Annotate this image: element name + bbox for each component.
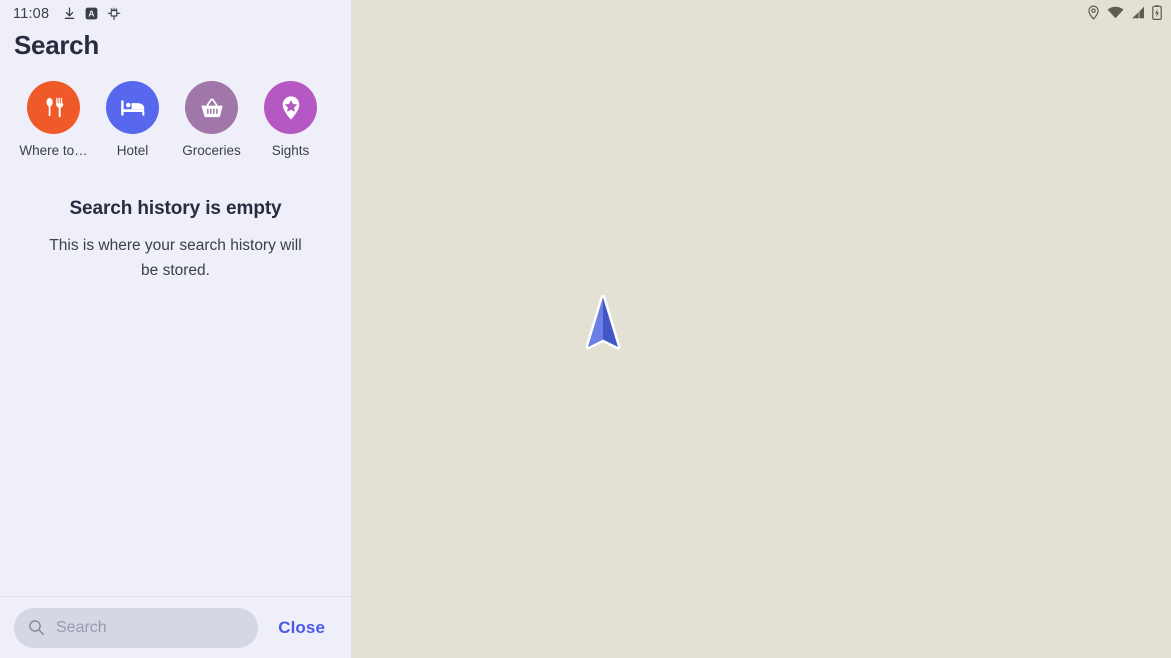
location-pin-icon [1087, 5, 1100, 20]
category-where-to[interactable]: Where to… [14, 81, 93, 158]
category-icon-circle [264, 81, 317, 134]
map-status-icons [1087, 5, 1162, 20]
close-button[interactable]: Close [266, 612, 337, 644]
star-pin-icon [276, 93, 306, 123]
category-label: Where to… [19, 143, 88, 158]
restaurant-icon [39, 93, 69, 123]
download-icon [63, 7, 76, 21]
wifi-icon [1107, 6, 1124, 19]
search-input[interactable] [56, 618, 245, 637]
status-bar: 11:08 A [0, 0, 351, 27]
search-bar: Close [0, 596, 351, 658]
bug-icon [107, 7, 121, 21]
shopping-basket-icon [197, 93, 227, 123]
empty-state-subtitle: This is where your search history will b… [49, 237, 302, 279]
category-shortcuts: Where to… Hotel Groceries Sights [0, 81, 351, 158]
category-label: Sights [271, 143, 310, 158]
app-root: 11:08 A Search Where to… Hotel Groceries… [0, 0, 1171, 658]
category-icon-circle [106, 81, 159, 134]
category-sights[interactable]: Sights [251, 81, 330, 158]
category-groceries[interactable]: Groceries [172, 81, 251, 158]
search-field[interactable] [14, 607, 259, 648]
category-icon-circle [27, 81, 80, 134]
category-icon-circle [185, 81, 238, 134]
page-title: Search [14, 30, 99, 60]
cellular-signal-icon [1131, 6, 1145, 19]
category-label: Groceries [182, 143, 241, 158]
category-hotel[interactable]: Hotel [93, 81, 172, 158]
battery-charging-icon [1152, 5, 1162, 20]
empty-state-title: Search history is empty [69, 198, 282, 219]
category-label: Hotel [116, 143, 149, 158]
map-view[interactable] [351, 0, 1171, 658]
status-bar-icons: A [63, 7, 121, 21]
navigation-arrow [585, 295, 621, 351]
search-panel: 11:08 A Search Where to… Hotel Groceries… [0, 0, 351, 658]
bed-icon [118, 93, 148, 123]
svg-text:A: A [89, 9, 95, 19]
search-history-empty-state: Search history is empty This is where yo… [0, 198, 351, 283]
search-icon [28, 619, 45, 636]
status-bar-time: 11:08 [13, 5, 50, 22]
letter-a-badge-icon: A [85, 7, 98, 20]
